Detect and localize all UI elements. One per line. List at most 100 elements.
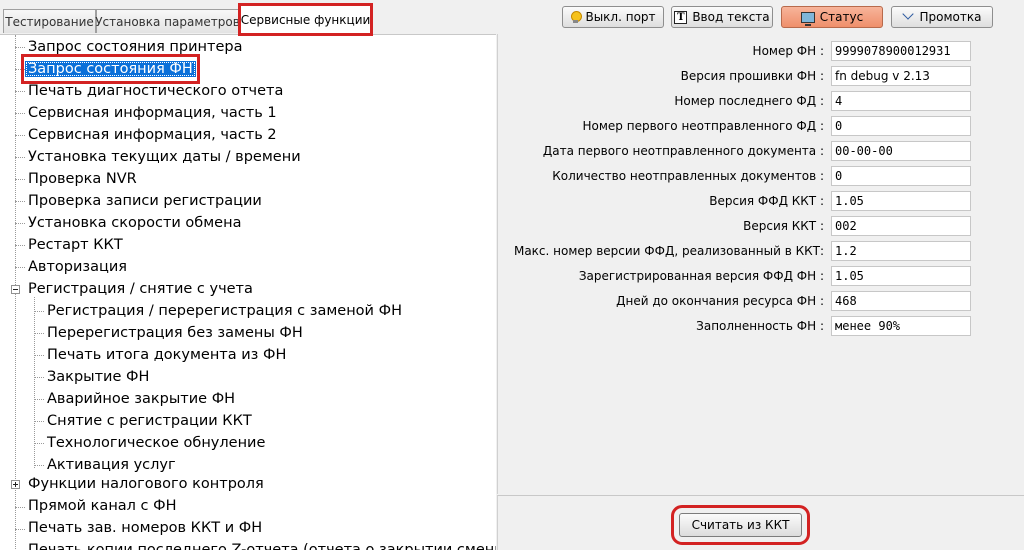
tree-item[interactable]: Запрос состояния принтера	[25, 36, 245, 58]
tree-item[interactable]: Сервисная информация, часть 2	[25, 124, 280, 146]
tree-item-label: Перерегистрация без замены ФН	[47, 325, 303, 341]
field-label: Номер первого неотправленного ФД :	[582, 119, 824, 133]
tree-item-group[interactable]: Функции налогового контроля	[25, 473, 267, 495]
tree-item-label: Функции налогового контроля	[28, 476, 264, 492]
tree-item[interactable]: Технологическое обнуление	[44, 432, 268, 454]
function-tree[interactable]: Запрос состояния принтера Запрос состоян…	[0, 34, 496, 550]
field-label: Версия прошивки ФН :	[680, 69, 824, 83]
field-label: Количество неотправленных документов :	[552, 169, 824, 183]
fn-firmware-field[interactable]: fn debug v 2.13	[831, 66, 971, 86]
tree-connector	[15, 47, 25, 48]
field-label: Дата первого неотправленного документа :	[542, 144, 824, 158]
tree-item[interactable]: Аварийное закрытие ФН	[44, 388, 238, 410]
tree-item-label: Установка текущих даты / времени	[28, 149, 301, 165]
tree-item-label: Технологическое обнуление	[47, 435, 266, 451]
tree-item[interactable]: Регистрация / перерегистрация с заменой …	[44, 300, 405, 322]
tree-item-label: Запрос состояния принтера	[28, 39, 243, 55]
registered-ffd-version-field[interactable]: 1.05	[831, 266, 971, 286]
feed-label: Промотка	[919, 10, 982, 24]
tree-item-label: Установка скорости обмена	[28, 215, 242, 231]
field-label: Номер последнего ФД :	[674, 94, 824, 108]
field-label: Заполненность ФН :	[696, 319, 824, 333]
tree-connector	[34, 465, 44, 466]
fn-number-field[interactable]: 9999078900012931	[831, 41, 971, 61]
tree-item[interactable]: Установка текущих даты / времени	[25, 146, 304, 168]
tree-connector	[15, 223, 25, 224]
text-input-button[interactable]: T Ввод текста	[671, 6, 773, 28]
tree-item-label: Снятие с регистрации ККТ	[47, 413, 252, 429]
last-fd-number-field[interactable]: 4	[831, 91, 971, 111]
tree-item-label: Проверка записи регистрации	[28, 193, 262, 209]
tree-item[interactable]: Снятие с регистрации ККТ	[44, 410, 255, 432]
tree-item-label: Регистрация / снятие с учета	[28, 281, 253, 297]
tree-item[interactable]: Рестарт ККТ	[25, 234, 126, 256]
action-bar: Считать из ККТ	[497, 495, 1024, 550]
tree-item[interactable]: Проверка записи регистрации	[25, 190, 265, 212]
tree-item[interactable]: Перерегистрация без замены ФН	[44, 322, 306, 344]
tree-connector	[34, 443, 44, 444]
tree-item[interactable]: Прямой канал с ФН	[25, 495, 180, 517]
tree-item-label: Печать диагностического отчета	[28, 83, 284, 99]
tree-item-label: Проверка NVR	[28, 171, 137, 187]
field-label: Дней до окончания ресурса ФН :	[616, 294, 824, 308]
tree-item-label: Рестарт ККТ	[28, 237, 123, 253]
tree-item-label: Аварийное закрытие ФН	[47, 391, 236, 407]
tree-connector	[34, 377, 44, 378]
tab-service-functions[interactable]: Сервисные функции	[238, 3, 373, 36]
tree-item[interactable]: Печать диагностического отчета	[25, 80, 286, 102]
tree-item-label: Печать итога документа из ФН	[47, 347, 287, 363]
tree-connector	[15, 507, 25, 508]
tree-connector	[34, 355, 44, 356]
tree-connector	[15, 201, 25, 202]
tree-item[interactable]: Печать зав. номеров ККТ и ФН	[25, 517, 265, 539]
fn-fill-field[interactable]: менее 90%	[831, 316, 971, 336]
ffd-kkt-version-field[interactable]: 1.05	[831, 191, 971, 211]
expand-icon[interactable]	[11, 480, 20, 489]
kkt-version-field[interactable]: 002	[831, 216, 971, 236]
field-label: Версия ККТ :	[743, 219, 824, 233]
tree-connector	[34, 399, 44, 400]
read-from-kkt-button[interactable]: Считать из ККТ	[671, 505, 810, 545]
tree-connector	[15, 157, 25, 158]
first-unsent-fd-field[interactable]: 0	[831, 116, 971, 136]
unsent-count-field[interactable]: 0	[831, 166, 971, 186]
feed-button[interactable]: Промотка	[891, 6, 993, 28]
tree-item-label: Авторизация	[28, 259, 128, 275]
tree-item[interactable]: Проверка NVR	[25, 168, 140, 190]
tree-item-label: Активация услуг	[47, 457, 176, 473]
first-unsent-date-field[interactable]: 00-00-00	[831, 141, 971, 161]
tree-connector	[15, 69, 25, 70]
chevron-down-icon	[903, 13, 915, 21]
field-label: Версия ФФД ККТ :	[709, 194, 824, 208]
tree-item-label: Печать зав. номеров ККТ и ФН	[28, 520, 263, 536]
collapse-icon[interactable]	[11, 285, 20, 294]
text-icon: T	[674, 10, 688, 24]
days-left-field[interactable]: 468	[831, 291, 971, 311]
tab-testing[interactable]: Тестирование	[3, 9, 96, 33]
tree-item[interactable]: Установка скорости обмена	[25, 212, 244, 234]
port-off-button[interactable]: Выкл. порт	[562, 6, 664, 28]
max-ffd-version-field[interactable]: 1.2	[831, 241, 971, 261]
tree-connector	[34, 311, 44, 312]
tree-item[interactable]: Авторизация	[25, 256, 130, 278]
tree-connector	[15, 245, 25, 246]
tree-item-group[interactable]: Регистрация / снятие с учета	[25, 278, 256, 300]
tree-item-selected[interactable]: Запрос состояния ФН	[21, 54, 200, 84]
status-button[interactable]: Статус	[781, 6, 883, 28]
bulb-icon	[570, 11, 583, 23]
tree-item[interactable]: Сервисная информация, часть 1	[25, 102, 280, 124]
tree-item[interactable]: Печать итога документа из ФН	[44, 344, 289, 366]
tree-connector	[34, 421, 44, 422]
tree-item[interactable]: Закрытие ФН	[44, 366, 152, 388]
port-off-label: Выкл. порт	[585, 10, 656, 24]
tree-item-label: Сервисная информация, часть 2	[28, 127, 277, 143]
tree-item-label: Регистрация / перерегистрация с заменой …	[47, 303, 402, 319]
tree-item[interactable]: Печать копии последнего Z-отчета (отчета…	[25, 539, 496, 550]
text-input-label: Ввод текста	[692, 10, 770, 24]
status-label: Статус	[819, 10, 864, 24]
tree-item-label: Печать копии последнего Z-отчета (отчета…	[28, 542, 496, 550]
tab-parameters[interactable]: Установка параметров	[95, 9, 240, 33]
tree-item-label: Закрытие ФН	[47, 369, 150, 385]
tree-connector	[15, 113, 25, 114]
tree-connector	[15, 179, 25, 180]
